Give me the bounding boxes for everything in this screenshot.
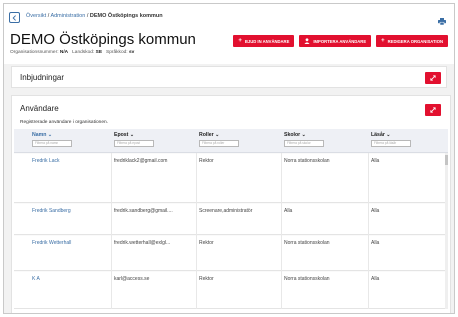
chevron-down-icon: ⌄ bbox=[129, 132, 135, 138]
breadcrumb-overview-link[interactable]: Översikt bbox=[26, 13, 46, 19]
user-name-link[interactable]: Fredrik Sandberg bbox=[32, 208, 108, 214]
scrollbar-thumb[interactable] bbox=[445, 155, 448, 165]
users-table: Namn ⌄ Filtrera på namn Epost ⌄ Filtrera… bbox=[14, 129, 448, 309]
table-row[interactable]: Fredrik Sandberg fredrik.sandberg@gmail.… bbox=[14, 204, 448, 235]
user-roles: Rektor bbox=[199, 276, 214, 282]
name-filter-input[interactable]: Filtrera på namn bbox=[32, 140, 72, 147]
user-name-link[interactable]: Fredrik Lack bbox=[32, 158, 108, 164]
user-school-year: Alla bbox=[371, 276, 380, 282]
users-title: Användare bbox=[20, 104, 59, 113]
user-icon bbox=[304, 38, 310, 44]
breadcrumb-admin-link[interactable]: Administration bbox=[50, 13, 85, 19]
chevron-left-icon bbox=[12, 14, 16, 21]
expand-arrows-icon bbox=[430, 107, 436, 113]
back-button[interactable] bbox=[9, 12, 20, 23]
column-divider bbox=[368, 153, 369, 309]
import-users-label: IMPORTERA ANVÄNDARE bbox=[313, 38, 367, 44]
edit-organization-button[interactable]: + REDIGERA ORGANISATION bbox=[376, 35, 448, 47]
user-schools: Alla bbox=[284, 208, 293, 214]
orgnr-label: Organisationsnummer: bbox=[10, 50, 59, 55]
chevron-down-icon: ⌄ bbox=[215, 132, 220, 138]
roles-filter-input[interactable]: Filtrera på roller bbox=[199, 140, 239, 147]
users-subtitle: Registrerade användare i organisationen. bbox=[20, 120, 108, 125]
language-code-label: Språkkod: bbox=[106, 50, 128, 55]
user-schools: Norra stationsskolan bbox=[284, 158, 330, 164]
email-filter-input[interactable]: Filtrera på epost bbox=[114, 140, 154, 147]
user-name-link[interactable]: K A bbox=[32, 276, 108, 282]
invitations-title: Inbjudningar bbox=[20, 73, 65, 82]
chevron-down-icon: ⌄ bbox=[47, 132, 53, 138]
user-school-year: Alla bbox=[371, 208, 380, 214]
page-title: DEMO Östköpings kommun bbox=[10, 31, 196, 48]
orgnr-value: N/A bbox=[59, 50, 69, 55]
invite-users-label: BJUD IN ANVÄNDARE bbox=[244, 38, 290, 44]
header-actions: + BJUD IN ANVÄNDARE IMPORTERA ANVÄNDARE … bbox=[233, 35, 448, 47]
user-roles: Rektor bbox=[199, 158, 214, 164]
column-header-email[interactable]: Epost ⌄ Filtrera på epost bbox=[114, 132, 154, 147]
user-school-year: Alla bbox=[371, 158, 380, 164]
plus-icon: + bbox=[381, 38, 385, 44]
schools-filter-input[interactable]: Filtrera på skolor bbox=[284, 140, 324, 147]
organization-meta: Organisationsnummer: N/A Landskod: SE Sp… bbox=[10, 50, 134, 55]
column-label: Läsår ⌄ bbox=[371, 132, 391, 138]
user-schools: Norra stationsskolan bbox=[284, 276, 330, 282]
user-name-link[interactable]: Fredrik Wetterhall bbox=[32, 240, 108, 246]
school-year-filter-input[interactable]: Filtrera på läsår bbox=[371, 140, 411, 147]
user-school-year: Alla bbox=[371, 240, 380, 246]
column-header-schools[interactable]: Skolor ⌄ Filtrera på skolor bbox=[284, 132, 324, 147]
plus-icon: + bbox=[238, 38, 242, 44]
column-header-roles[interactable]: Roller ⌄ Filtrera på roller bbox=[199, 132, 239, 147]
column-label: Skolor ⌄ bbox=[284, 132, 306, 138]
invite-users-button[interactable]: + BJUD IN ANVÄNDARE bbox=[233, 35, 295, 47]
user-email: karl@access.se bbox=[114, 276, 150, 282]
user-roles: Screenare,administratör bbox=[199, 208, 253, 214]
edit-organization-label: REDIGERA ORGANISATION bbox=[387, 38, 443, 44]
country-code-value: SE bbox=[95, 50, 103, 55]
user-email: fredrik.wetterhall@exlgl... bbox=[114, 240, 171, 246]
users-card: Användare Registrerade användare i organ… bbox=[11, 95, 451, 313]
app-window: Översikt / Administration / DEMO Östköpi… bbox=[3, 3, 455, 314]
user-email: fredriklack2@gmail.com bbox=[114, 158, 168, 164]
user-email: fredrik.sandberg@gmail.... bbox=[114, 208, 173, 214]
invitations-card: Inbjudningar bbox=[11, 66, 447, 88]
column-divider bbox=[281, 153, 282, 309]
import-users-button[interactable]: IMPORTERA ANVÄNDARE bbox=[299, 35, 372, 47]
country-code-label: Landskod: bbox=[72, 50, 95, 55]
chevron-down-icon: ⌄ bbox=[301, 132, 306, 138]
column-header-school-year[interactable]: Läsår ⌄ Filtrera på läsår bbox=[371, 132, 411, 147]
column-label: Roller ⌄ bbox=[199, 132, 220, 138]
print-icon[interactable] bbox=[438, 12, 446, 30]
chevron-down-icon: ⌄ bbox=[386, 132, 391, 138]
user-schools: Norra stationsskolan bbox=[284, 240, 330, 246]
page-header: Översikt / Administration / DEMO Östköpi… bbox=[4, 4, 454, 64]
language-code-value: sv bbox=[128, 50, 135, 55]
breadcrumb: Översikt / Administration / DEMO Östköpi… bbox=[26, 13, 163, 19]
column-divider bbox=[196, 153, 197, 309]
invitations-expand-button[interactable] bbox=[425, 72, 441, 84]
expand-arrows-icon bbox=[430, 75, 436, 81]
table-header: Namn ⌄ Filtrera på namn Epost ⌄ Filtrera… bbox=[14, 129, 448, 153]
table-scrollbar[interactable] bbox=[445, 153, 448, 309]
column-label: Epost ⌄ bbox=[114, 132, 135, 138]
column-label: Namn ⌄ bbox=[32, 132, 53, 138]
column-header-name[interactable]: Namn ⌄ Filtrera på namn bbox=[32, 132, 72, 147]
table-row[interactable]: Fredrik Wetterhall fredrik.wetterhall@ex… bbox=[14, 236, 448, 271]
user-roles: Rektor bbox=[199, 240, 214, 246]
table-row[interactable]: K A karl@access.se Rektor Norra stations… bbox=[14, 272, 448, 309]
table-row[interactable]: Fredrik Lack fredriklack2@gmail.com Rekt… bbox=[14, 154, 448, 203]
column-divider bbox=[111, 153, 112, 309]
breadcrumb-current: DEMO Östköpings kommun bbox=[89, 13, 163, 19]
users-expand-button[interactable] bbox=[425, 104, 441, 116]
